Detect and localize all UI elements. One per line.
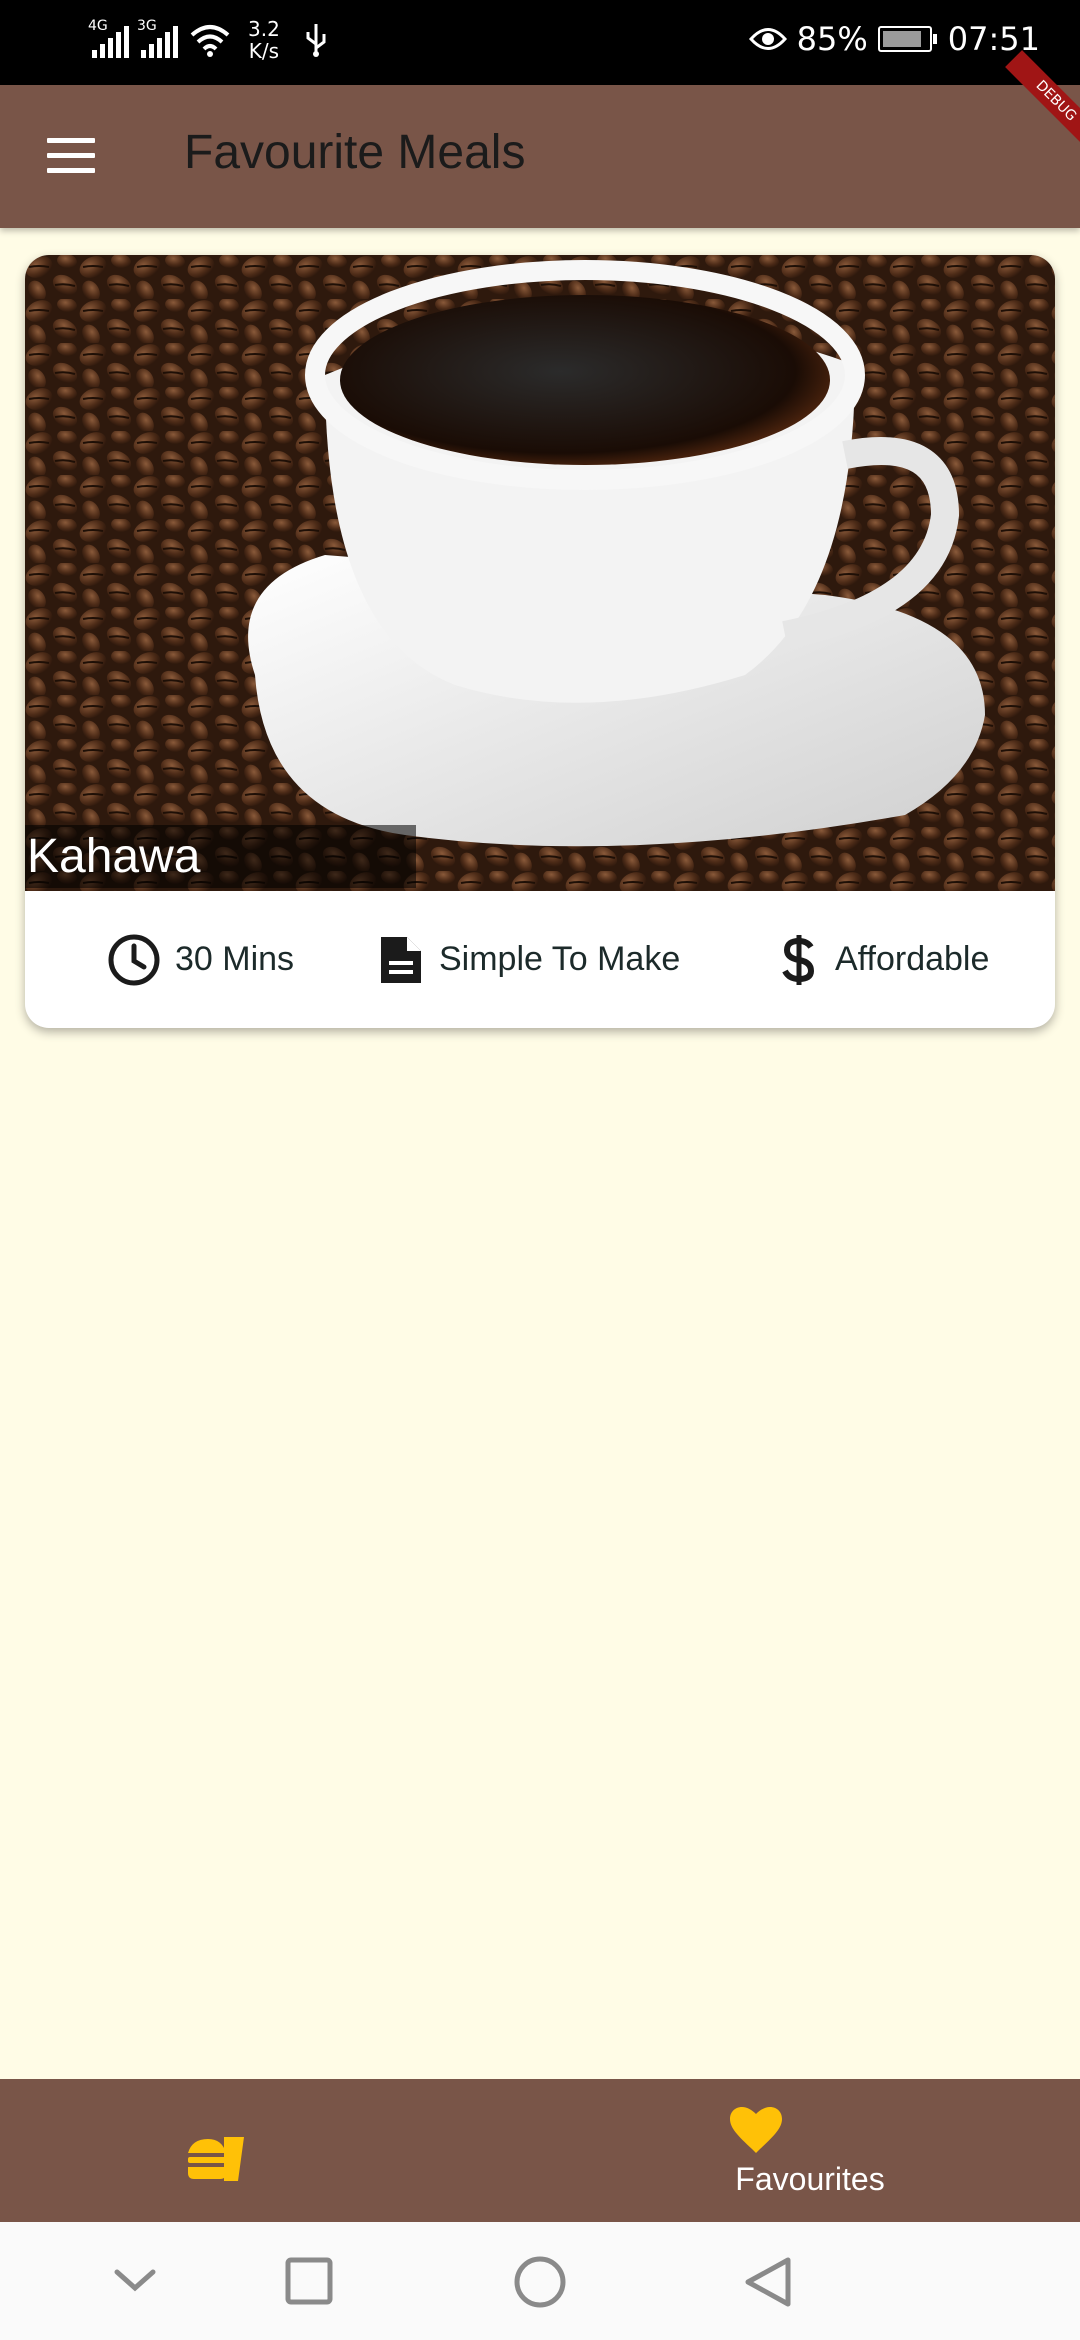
page-title: Favourite Meals	[184, 126, 526, 179]
complexity-label: Simple To Make	[439, 940, 681, 978]
heart-icon	[730, 2107, 782, 2153]
clock-time: 07:51	[947, 20, 1040, 58]
back-icon[interactable]	[730, 2242, 810, 2322]
recents-icon[interactable]	[268, 2242, 348, 2322]
battery-percent: 85%	[796, 20, 868, 58]
duration-label: 30 Mins	[175, 940, 295, 978]
app-bar: Favourite Meals DEBUG	[0, 50, 1080, 228]
complexity-info: Simple To Make	[377, 891, 680, 1028]
dollar-icon	[782, 934, 815, 985]
network-speed: 3.2 K/s	[248, 17, 280, 63]
meal-card[interactable]: Kahawa 30 Mins Simple To Make Affordable	[25, 255, 1055, 1028]
wifi-icon	[190, 25, 230, 57]
nav-item-favourites[interactable]: Favourites	[540, 2079, 1080, 2222]
fastfood-icon	[188, 2125, 244, 2181]
usb-icon	[306, 24, 326, 57]
duration-info: 30 Mins	[107, 891, 294, 1028]
clock-icon	[108, 934, 160, 985]
meal-image	[25, 255, 1055, 891]
affordability-label: Affordable	[835, 940, 990, 978]
eye-icon	[748, 28, 787, 50]
system-nav-bar	[0, 2222, 1080, 2340]
nav-label-favourites: Favourites	[735, 2161, 885, 2197]
nav-item-categories[interactable]	[0, 2079, 540, 2222]
status-bar: 4G 3G 3.2 K/s 85% 07:51	[0, 0, 1080, 85]
network-type-label: 4G	[88, 18, 108, 34]
home-icon[interactable]	[500, 2242, 580, 2322]
signal-icon: 3G	[137, 18, 178, 58]
network-type-label: 3G	[137, 18, 157, 34]
meal-info-row: 30 Mins Simple To Make Affordable	[25, 891, 1055, 1028]
bottom-nav: Favourites	[0, 2079, 1080, 2222]
meal-title: Kahawa	[25, 825, 417, 888]
menu-icon[interactable]	[47, 138, 95, 174]
affordability-info: Affordable	[777, 891, 989, 1028]
chevron-down-icon[interactable]	[95, 2242, 175, 2322]
signal-icon: 4G	[88, 18, 129, 58]
document-icon	[381, 936, 421, 983]
battery-icon	[877, 26, 937, 52]
